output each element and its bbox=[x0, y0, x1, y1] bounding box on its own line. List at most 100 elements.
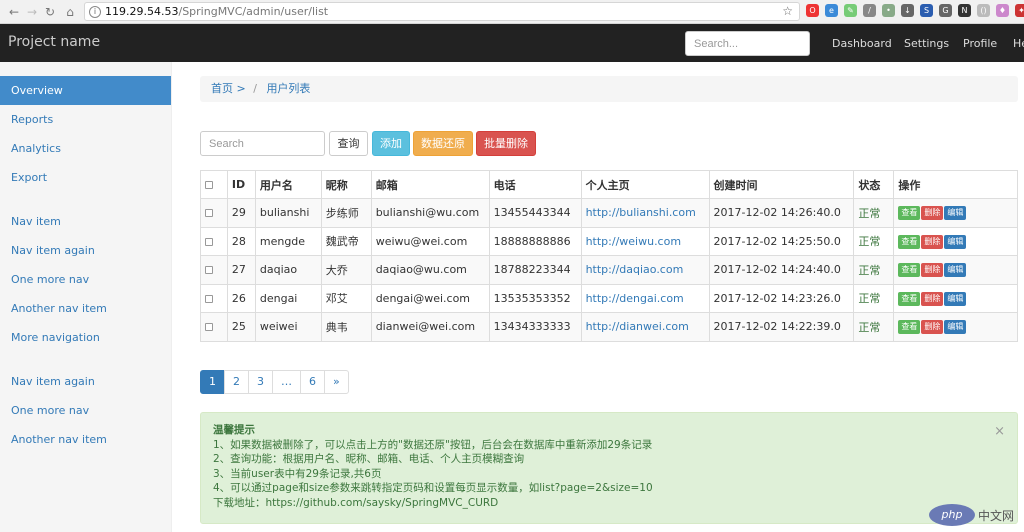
delete-button[interactable]: 删除 bbox=[921, 320, 944, 335]
row-select-cell[interactable] bbox=[200, 226, 228, 256]
delete-button[interactable]: 删除 bbox=[921, 234, 944, 249]
sidebar-item-export[interactable]: Export bbox=[0, 163, 171, 192]
cell-status: 正常 bbox=[853, 226, 895, 256]
table-row: 28 mengde 魏武帝 weiwu@wei.com 18888888886 … bbox=[200, 226, 1018, 256]
select-all-cell[interactable] bbox=[200, 170, 228, 199]
row-checkbox[interactable] bbox=[205, 237, 213, 246]
query-button[interactable]: 查询 bbox=[329, 131, 368, 156]
sidebar-item-reports[interactable]: Reports bbox=[0, 105, 171, 134]
breadcrumb-home[interactable]: 首页 > bbox=[211, 82, 246, 95]
cell-homepage-link[interactable]: http://weiwu.com bbox=[580, 226, 710, 256]
row-checkbox[interactable] bbox=[205, 266, 213, 275]
edit-button[interactable]: 编辑 bbox=[944, 206, 967, 221]
add-button[interactable]: 添加 bbox=[372, 131, 410, 156]
close-icon[interactable]: × bbox=[994, 424, 1005, 440]
sidebar-item-one-more-nav-2[interactable]: One more nav bbox=[0, 396, 171, 425]
page-6[interactable]: 6 bbox=[300, 370, 325, 394]
column-header-actions: 操作 bbox=[893, 170, 1018, 199]
view-button[interactable]: 查看 bbox=[898, 263, 921, 278]
download-link[interactable]: https://github.com/saysky/SpringMVC_CURD bbox=[266, 497, 499, 509]
column-header-username: 用户名 bbox=[254, 170, 322, 199]
address-bar[interactable]: i 119.29.54.53/SpringMVC/admin/user/list… bbox=[84, 2, 800, 21]
page-3[interactable]: 3 bbox=[248, 370, 273, 394]
page-1[interactable]: 1 bbox=[200, 370, 225, 394]
sidebar-item-overview[interactable]: Overview bbox=[0, 76, 171, 105]
edit-button[interactable]: 编辑 bbox=[944, 234, 967, 249]
cell-homepage-link[interactable]: http://dianwei.com bbox=[580, 312, 710, 342]
sidebar-item-more-navigation[interactable]: More navigation bbox=[0, 323, 171, 352]
cell-email: daqiao@wu.com bbox=[370, 255, 490, 285]
edit-button[interactable]: 编辑 bbox=[944, 291, 967, 306]
sidebar-item-one-more-nav[interactable]: One more nav bbox=[0, 265, 171, 294]
view-button[interactable]: 查看 bbox=[898, 234, 921, 249]
sidebar: Overview Reports Analytics Export Nav it… bbox=[0, 62, 172, 532]
extension-gray-icon[interactable]: • bbox=[882, 4, 895, 17]
page-2[interactable]: 2 bbox=[224, 370, 249, 394]
row-select-cell[interactable] bbox=[200, 283, 228, 313]
delete-button[interactable]: 删除 bbox=[921, 263, 944, 278]
cell-id: 29 bbox=[226, 198, 256, 228]
sidebar-item-nav-item-again-2[interactable]: Nav item again bbox=[0, 367, 171, 396]
edit-button[interactable]: 编辑 bbox=[944, 320, 967, 335]
cell-homepage-link[interactable]: http://bulianshi.com bbox=[580, 198, 710, 228]
extension-pink-icon[interactable]: ♦ bbox=[996, 4, 1009, 17]
nav-link-dashboard[interactable]: Dashboard bbox=[832, 37, 892, 50]
breadcrumb: 首页 > / 用户列表 bbox=[200, 76, 1018, 102]
view-button[interactable]: 查看 bbox=[898, 206, 921, 221]
extension-n-icon[interactable]: N bbox=[958, 4, 971, 17]
sidebar-item-nav-item[interactable]: Nav item bbox=[0, 207, 171, 236]
cell-created: 2017-12-02 14:26:40.0 bbox=[708, 198, 855, 228]
download-icon[interactable]: ↓ bbox=[901, 4, 914, 17]
row-checkbox[interactable] bbox=[205, 209, 213, 218]
edit-button[interactable]: 编辑 bbox=[944, 263, 967, 278]
opera-icon[interactable]: O bbox=[806, 4, 819, 17]
row-checkbox[interactable] bbox=[205, 294, 213, 303]
cell-phone: 18888888886 bbox=[488, 226, 582, 256]
extension-s-icon[interactable]: S bbox=[920, 4, 933, 17]
nav-link-help[interactable]: He bbox=[1013, 37, 1024, 50]
delete-button[interactable]: 删除 bbox=[921, 206, 944, 221]
user-search-input[interactable] bbox=[200, 131, 325, 156]
cell-nickname: 大乔 bbox=[320, 255, 372, 285]
extension-green-icon[interactable]: ✎ bbox=[844, 4, 857, 17]
forward-icon[interactable]: → bbox=[22, 2, 42, 22]
table-row: 26 dengai 邓艾 dengai@wei.com 13535353352 … bbox=[200, 283, 1018, 313]
batch-delete-button[interactable]: 批量删除 bbox=[476, 131, 536, 156]
nav-link-profile[interactable]: Profile bbox=[963, 37, 997, 50]
row-checkbox[interactable] bbox=[205, 323, 213, 332]
sidebar-item-another-nav-item-2[interactable]: Another nav item bbox=[0, 425, 171, 454]
bookmark-star-icon[interactable]: ☆ bbox=[782, 4, 793, 18]
sidebar-item-another-nav-item[interactable]: Another nav item bbox=[0, 294, 171, 323]
sidebar-item-analytics[interactable]: Analytics bbox=[0, 134, 171, 163]
cell-username: mengde bbox=[254, 226, 322, 256]
row-select-cell[interactable] bbox=[200, 312, 228, 342]
cell-homepage-link[interactable]: http://daqiao.com bbox=[580, 255, 710, 285]
extension-red-icon[interactable]: ✦ bbox=[1015, 4, 1024, 17]
alert-download-line: 下载地址：https://github.com/saysky/SpringMVC… bbox=[213, 496, 1005, 511]
select-all-checkbox[interactable] bbox=[205, 181, 213, 189]
extension-blue-icon[interactable]: e bbox=[825, 4, 838, 17]
reload-icon[interactable]: ↻ bbox=[40, 2, 60, 22]
view-button[interactable]: 查看 bbox=[898, 291, 921, 306]
extension-g-icon[interactable]: G bbox=[939, 4, 952, 17]
back-icon[interactable]: ← bbox=[4, 2, 24, 22]
nav-link-settings[interactable]: Settings bbox=[904, 37, 949, 50]
extension-code-icon[interactable]: () bbox=[977, 4, 990, 17]
cell-email: dengai@wei.com bbox=[370, 283, 490, 313]
delete-button[interactable]: 删除 bbox=[921, 291, 944, 306]
restore-data-button[interactable]: 数据还原 bbox=[413, 131, 473, 156]
cell-homepage-link[interactable]: http://dengai.com bbox=[580, 283, 710, 313]
brand-name[interactable]: Project name bbox=[8, 34, 100, 50]
row-select-cell[interactable] bbox=[200, 255, 228, 285]
alert-line-4: 4、可以通过page和size参数来跳转指定页码和设置每页显示数量，如list?… bbox=[213, 482, 653, 494]
navbar-search-input[interactable] bbox=[685, 31, 810, 56]
watermark-text: 中文网 bbox=[977, 508, 1014, 523]
info-icon[interactable]: i bbox=[89, 5, 101, 18]
sidebar-item-nav-item-again[interactable]: Nav item again bbox=[0, 236, 171, 265]
view-button[interactable]: 查看 bbox=[898, 320, 921, 335]
row-select-cell[interactable] bbox=[200, 198, 228, 228]
page-next[interactable]: » bbox=[324, 370, 349, 394]
breadcrumb-current[interactable]: 用户列表 bbox=[266, 82, 310, 95]
eyedropper-icon[interactable]: / bbox=[863, 4, 876, 17]
home-icon[interactable]: ⌂ bbox=[60, 2, 80, 22]
